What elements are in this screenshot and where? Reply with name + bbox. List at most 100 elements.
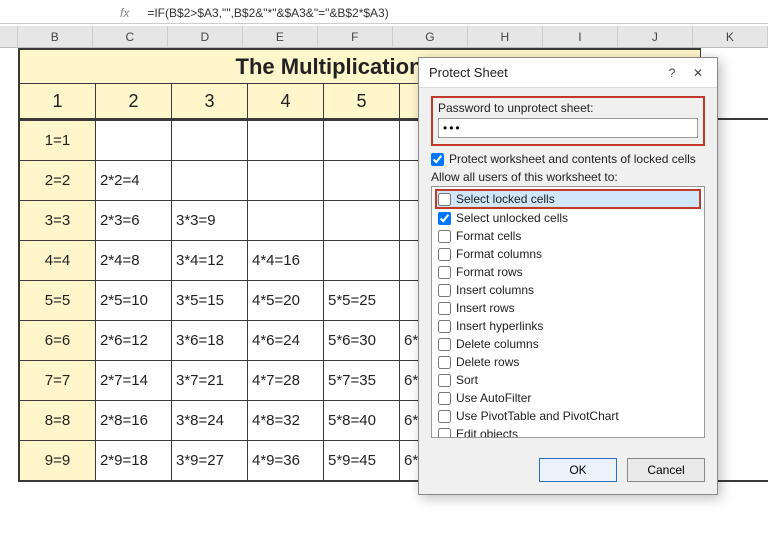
- permission-item[interactable]: Insert rows: [436, 299, 700, 317]
- data-cell[interactable]: [324, 240, 400, 280]
- permission-checkbox[interactable]: [438, 248, 451, 261]
- data-cell[interactable]: 2*7=14: [96, 360, 172, 400]
- data-cell[interactable]: 4*8=32: [248, 400, 324, 440]
- protect-checkbox-row[interactable]: Protect worksheet and contents of locked…: [431, 152, 705, 166]
- permission-checkbox[interactable]: [438, 392, 451, 405]
- data-cell[interactable]: 5*9=45: [324, 440, 400, 480]
- data-cell[interactable]: 4*6=24: [248, 320, 324, 360]
- data-cell[interactable]: 4*7=28: [248, 360, 324, 400]
- row-header-cell[interactable]: 3=3: [20, 200, 96, 240]
- table-header-cell[interactable]: 3: [172, 84, 248, 118]
- cancel-button[interactable]: Cancel: [627, 458, 705, 482]
- column-header[interactable]: E: [243, 26, 318, 47]
- data-cell[interactable]: 3*6=18: [172, 320, 248, 360]
- data-cell[interactable]: 3*7=21: [172, 360, 248, 400]
- permission-checkbox[interactable]: [438, 266, 451, 279]
- protect-checkbox[interactable]: [431, 153, 444, 166]
- data-cell[interactable]: 5*6=30: [324, 320, 400, 360]
- data-cell[interactable]: 3*9=27: [172, 440, 248, 480]
- permission-item[interactable]: Sort: [436, 371, 700, 389]
- dialog-titlebar[interactable]: Protect Sheet ? ✕: [419, 58, 717, 88]
- data-cell[interactable]: [324, 120, 400, 160]
- data-cell[interactable]: 2*5=10: [96, 280, 172, 320]
- data-cell[interactable]: 4*9=36: [248, 440, 324, 480]
- data-cell[interactable]: [248, 160, 324, 200]
- row-header-cell[interactable]: 1=1: [20, 120, 96, 160]
- table-header-cell[interactable]: 1: [20, 84, 96, 118]
- data-cell[interactable]: 4*4=16: [248, 240, 324, 280]
- data-cell[interactable]: [324, 160, 400, 200]
- password-input[interactable]: [438, 118, 698, 138]
- column-header[interactable]: J: [618, 26, 693, 47]
- column-header[interactable]: C: [93, 26, 168, 47]
- data-cell[interactable]: 2*9=18: [96, 440, 172, 480]
- data-cell[interactable]: [96, 120, 172, 160]
- close-button[interactable]: ✕: [685, 62, 711, 84]
- permission-checkbox[interactable]: [438, 212, 451, 225]
- data-cell[interactable]: 3*5=15: [172, 280, 248, 320]
- data-cell[interactable]: 2*6=12: [96, 320, 172, 360]
- column-header[interactable]: D: [168, 26, 243, 47]
- permission-checkbox[interactable]: [438, 356, 451, 369]
- row-header-cell[interactable]: 6=6: [20, 320, 96, 360]
- ok-button[interactable]: OK: [539, 458, 617, 482]
- formula-text[interactable]: =IF(B$2>$A3,"",B$2&"*"&$A3&"="&B$2*$A3): [147, 6, 388, 20]
- permission-item[interactable]: Format rows: [436, 263, 700, 281]
- permission-item[interactable]: Insert columns: [436, 281, 700, 299]
- data-cell[interactable]: 3*4=12: [172, 240, 248, 280]
- permission-item[interactable]: Select locked cells: [435, 189, 701, 209]
- data-cell[interactable]: 5*8=40: [324, 400, 400, 440]
- permission-item[interactable]: Use AutoFilter: [436, 389, 700, 407]
- permission-checkbox[interactable]: [438, 338, 451, 351]
- data-cell[interactable]: 5*5=25: [324, 280, 400, 320]
- permission-checkbox[interactable]: [438, 428, 451, 439]
- data-cell[interactable]: 3*3=9: [172, 200, 248, 240]
- data-cell[interactable]: 4*5=20: [248, 280, 324, 320]
- permission-label: Sort: [456, 372, 478, 388]
- data-cell[interactable]: [172, 160, 248, 200]
- permission-item[interactable]: Select unlocked cells: [436, 209, 700, 227]
- data-cell[interactable]: [248, 120, 324, 160]
- permission-checkbox[interactable]: [438, 284, 451, 297]
- row-header-cell[interactable]: 9=9: [20, 440, 96, 480]
- permission-checkbox[interactable]: [438, 320, 451, 333]
- permission-item[interactable]: Delete columns: [436, 335, 700, 353]
- permission-item[interactable]: Format columns: [436, 245, 700, 263]
- permission-item[interactable]: Format cells: [436, 227, 700, 245]
- column-header[interactable]: H: [468, 26, 543, 47]
- data-cell[interactable]: 2*3=6: [96, 200, 172, 240]
- permission-item[interactable]: Use PivotTable and PivotChart: [436, 407, 700, 425]
- permission-checkbox[interactable]: [438, 302, 451, 315]
- row-header-cell[interactable]: 7=7: [20, 360, 96, 400]
- column-header[interactable]: B: [18, 26, 93, 47]
- permissions-list[interactable]: Select locked cellsSelect unlocked cells…: [431, 186, 705, 438]
- data-cell[interactable]: 5*7=35: [324, 360, 400, 400]
- permission-label: Format columns: [456, 246, 542, 262]
- data-cell[interactable]: 3*8=24: [172, 400, 248, 440]
- data-cell[interactable]: 2*4=8: [96, 240, 172, 280]
- column-header[interactable]: I: [543, 26, 618, 47]
- help-button[interactable]: ?: [659, 62, 685, 84]
- table-header-cell[interactable]: 4: [248, 84, 324, 118]
- data-cell[interactable]: 2*8=16: [96, 400, 172, 440]
- row-header-cell[interactable]: 2=2: [20, 160, 96, 200]
- table-header-cell[interactable]: 2: [96, 84, 172, 118]
- data-cell[interactable]: [248, 200, 324, 240]
- permission-checkbox[interactable]: [438, 193, 451, 206]
- row-header-cell[interactable]: 8=8: [20, 400, 96, 440]
- permission-item[interactable]: Edit objects: [436, 425, 700, 438]
- data-cell[interactable]: 2*2=4: [96, 160, 172, 200]
- permission-checkbox[interactable]: [438, 374, 451, 387]
- permission-checkbox[interactable]: [438, 230, 451, 243]
- table-header-cell[interactable]: 5: [324, 84, 400, 118]
- data-cell[interactable]: [324, 200, 400, 240]
- column-header[interactable]: K: [693, 26, 768, 47]
- permission-item[interactable]: Delete rows: [436, 353, 700, 371]
- row-header-cell[interactable]: 4=4: [20, 240, 96, 280]
- permission-checkbox[interactable]: [438, 410, 451, 423]
- column-header[interactable]: G: [393, 26, 468, 47]
- data-cell[interactable]: [172, 120, 248, 160]
- column-header[interactable]: F: [318, 26, 393, 47]
- row-header-cell[interactable]: 5=5: [20, 280, 96, 320]
- permission-item[interactable]: Insert hyperlinks: [436, 317, 700, 335]
